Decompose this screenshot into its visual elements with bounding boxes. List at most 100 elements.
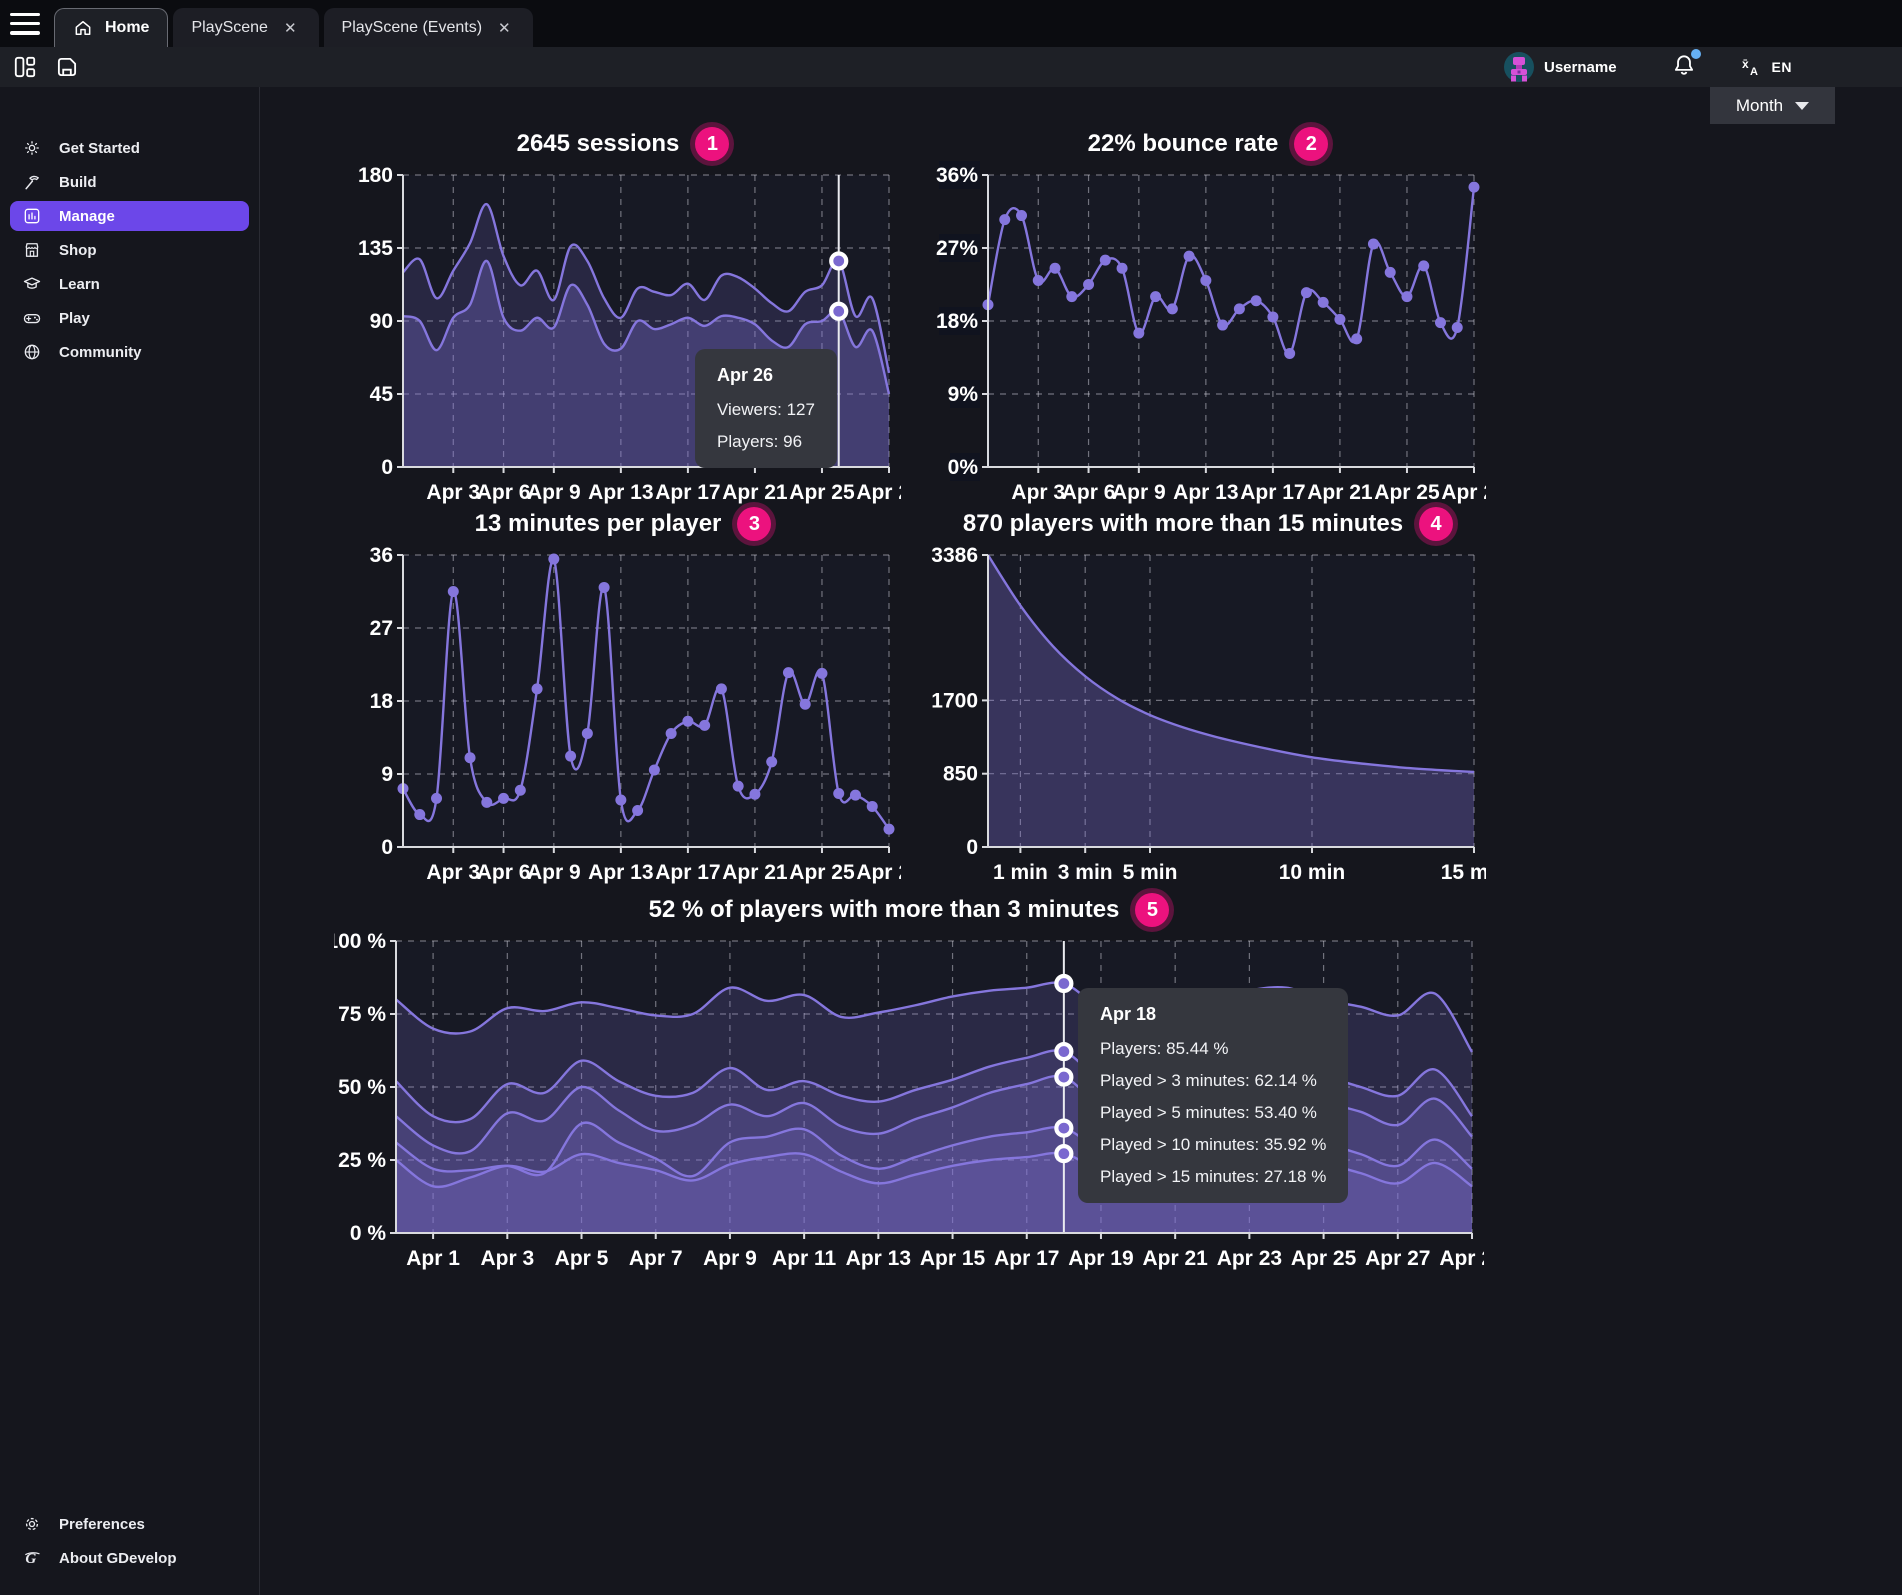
svg-text:9: 9 <box>381 763 393 786</box>
svg-text:Apr 17: Apr 17 <box>1240 481 1305 504</box>
menu-icon[interactable] <box>10 13 40 35</box>
svg-text:x̄: x̄ <box>1742 57 1749 71</box>
save-icon[interactable] <box>54 54 80 80</box>
annotation-badge-1: 1 <box>695 127 729 161</box>
svg-text:Apr 17: Apr 17 <box>994 1247 1059 1270</box>
svg-text:Apr 29: Apr 29 <box>856 861 901 884</box>
tooltip-line: Played > 5 minutes: 53.40 % <box>1100 1103 1326 1123</box>
retention-chart[interactable]: 0850170033861 min3 min5 min10 min15 min <box>930 541 1486 893</box>
sidebar-item-get-started[interactable]: Get Started <box>10 133 249 163</box>
annotation-badge-2: 2 <box>1294 127 1328 161</box>
sidebar-item-manage[interactable]: Manage <box>10 201 249 231</box>
sidebar-label: Learn <box>59 276 100 293</box>
tooltip-date: Apr 18 <box>1100 1004 1326 1025</box>
tab-home[interactable]: Home <box>54 8 168 47</box>
user-account-button[interactable]: Username <box>1504 52 1617 82</box>
home-icon <box>73 18 93 38</box>
svg-text:Apr 9: Apr 9 <box>703 1247 757 1270</box>
avatar <box>1504 52 1534 82</box>
sidebar-item-preferences[interactable]: Preferences <box>10 1509 249 1539</box>
svg-text:Apr 6: Apr 6 <box>477 481 531 504</box>
play-duration-panel: 52 % of players with more than 3 minutes… <box>334 893 1484 1279</box>
svg-text:A: A <box>1750 66 1758 78</box>
svg-text:Apr 3: Apr 3 <box>480 1247 534 1270</box>
chart-title: 13 minutes per player <box>475 510 722 538</box>
language-selector[interactable]: x̄ A EN <box>1739 55 1792 79</box>
tooltip-line: Players: 96 <box>717 432 815 452</box>
sidebar-item-community[interactable]: Community <box>10 337 249 367</box>
svg-text:Apr 23: Apr 23 <box>1217 1247 1282 1270</box>
sidebar-item-shop[interactable]: Shop <box>10 235 249 265</box>
close-icon[interactable]: ✕ <box>280 17 301 39</box>
svg-text:3 min: 3 min <box>1058 861 1113 884</box>
bounce-rate-chart[interactable]: 0%9%18%27%36%Apr 3Apr 6Apr 9Apr 13Apr 17… <box>930 161 1486 513</box>
svg-text:Apr 3: Apr 3 <box>426 481 480 504</box>
svg-text:Apr 13: Apr 13 <box>846 1247 911 1270</box>
period-dropdown[interactable]: Month <box>1710 87 1835 124</box>
svg-text:Apr 7: Apr 7 <box>629 1247 683 1270</box>
svg-text:Apr 17: Apr 17 <box>655 481 720 504</box>
tab-label: Home <box>105 19 149 37</box>
analytics-icon <box>22 206 42 226</box>
svg-text:18: 18 <box>370 690 394 713</box>
globe-icon <box>22 342 42 362</box>
sidebar-label: Manage <box>59 208 115 225</box>
svg-text:0: 0 <box>381 456 393 479</box>
close-icon[interactable]: ✕ <box>494 17 515 39</box>
notifications-button[interactable] <box>1671 52 1697 83</box>
svg-text:Apr 9: Apr 9 <box>527 481 581 504</box>
svg-text:Apr 9: Apr 9 <box>527 861 581 884</box>
sessions-panel: 2645 sessions 1 04590135180Apr 3Apr 6Apr… <box>345 127 901 513</box>
svg-text:0: 0 <box>966 836 978 859</box>
tab-playscene[interactable]: PlayScene ✕ <box>173 8 318 47</box>
annotation-badge-3: 3 <box>737 507 771 541</box>
gear-icon <box>22 1514 42 1534</box>
username-label: Username <box>1544 59 1617 76</box>
hammer-icon <box>22 172 42 192</box>
sidebar-label: Get Started <box>59 140 140 157</box>
tab-label: PlayScene (Events) <box>342 19 483 37</box>
sidebar-item-play[interactable]: Play <box>10 303 249 333</box>
sidebar-label: Community <box>59 344 142 361</box>
svg-text:Apr 21: Apr 21 <box>1142 1247 1208 1270</box>
sidebar-item-learn[interactable]: Learn <box>10 269 249 299</box>
tab-playscene-events[interactable]: PlayScene (Events) ✕ <box>324 8 533 47</box>
panels-layout-icon[interactable] <box>12 54 38 80</box>
chart-title: 2645 sessions <box>517 130 680 158</box>
svg-text:Apr 21: Apr 21 <box>1307 481 1373 504</box>
svg-text:Apr 6: Apr 6 <box>1062 481 1116 504</box>
svg-text:27%: 27% <box>936 237 978 260</box>
toolbar: Username x̄ A EN <box>0 47 1902 87</box>
chart-title: 870 players with more than 15 minutes <box>963 510 1403 538</box>
gdevelop-app: { "window": { "close_symbol": "✕", "tabs… <box>0 0 1902 1595</box>
tab-label: PlayScene <box>191 19 268 37</box>
svg-text:36: 36 <box>370 544 393 567</box>
svg-text:0 %: 0 % <box>350 1222 387 1245</box>
language-code: EN <box>1772 59 1792 75</box>
notification-dot <box>1691 49 1701 59</box>
svg-text:Apr 25: Apr 25 <box>789 481 855 504</box>
minutes-per-player-chart[interactable]: 09182736Apr 3Apr 6Apr 9Apr 13Apr 17Apr 2… <box>345 541 901 893</box>
svg-text:Apr 11: Apr 11 <box>772 1247 837 1270</box>
tooltip-line: Viewers: 127 <box>717 400 815 420</box>
sidebar-item-build[interactable]: Build <box>10 167 249 197</box>
chart-tooltip: Apr 26 Viewers: 127 Players: 96 <box>695 349 837 468</box>
chart-tooltip: Apr 18 Players: 85.44 % Played > 3 minut… <box>1078 988 1348 1203</box>
sun-icon <box>22 138 42 158</box>
sidebar-item-about-gdevelop[interactable]: G About GDevelop <box>10 1543 249 1573</box>
sidebar-label: Preferences <box>59 1516 145 1533</box>
tooltip-line: Played > 10 minutes: 35.92 % <box>1100 1135 1326 1155</box>
svg-text:10 min: 10 min <box>1279 861 1346 884</box>
svg-text:Apr 29: Apr 29 <box>1439 1247 1484 1270</box>
svg-text:0%: 0% <box>948 456 979 479</box>
svg-text:1 min: 1 min <box>993 861 1048 884</box>
sidebar-label: Build <box>59 174 97 191</box>
tooltip-line: Played > 3 minutes: 62.14 % <box>1100 1071 1326 1091</box>
svg-text:Apr 25: Apr 25 <box>1374 481 1440 504</box>
graduation-cap-icon <box>22 274 42 294</box>
svg-text:100 %: 100 % <box>334 930 386 953</box>
svg-text:5 min: 5 min <box>1123 861 1178 884</box>
svg-text:Apr 29: Apr 29 <box>856 481 901 504</box>
translate-icon: x̄ A <box>1739 55 1763 79</box>
analytics-dashboard: Month 2645 sessions 1 04590135180Apr 3Ap… <box>261 87 1902 1595</box>
